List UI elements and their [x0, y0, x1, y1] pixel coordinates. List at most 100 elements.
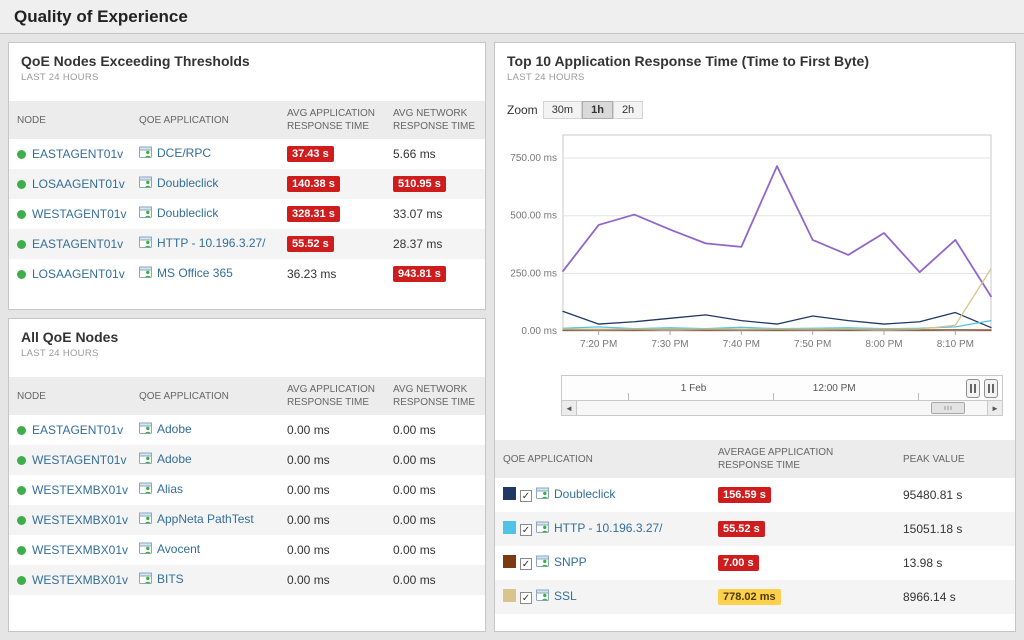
- scroll-left-button[interactable]: ◄: [562, 401, 577, 415]
- series-application-cell: ✓ SSL: [495, 580, 710, 614]
- column-header: NODE: [9, 101, 131, 139]
- status-up-icon: [17, 150, 26, 159]
- status-up-icon: [17, 240, 26, 249]
- panel-all-qoe-nodes: All QoE Nodes LAST 24 HOURS NODEQOE APPL…: [8, 318, 486, 632]
- threshold-badge: 37.43 s: [287, 146, 334, 162]
- panel-title: All QoE Nodes: [21, 329, 473, 345]
- series-checkbox[interactable]: ✓: [520, 524, 532, 536]
- avg-application-response-cell: 0.00 ms: [279, 505, 385, 535]
- scrollbar-thumb[interactable]: [931, 402, 965, 414]
- qoe-application-icon: [536, 487, 549, 503]
- table-header-row: NODEQOE APPLICATIONAVG APPLICATION RESPO…: [9, 377, 485, 415]
- status-up-icon: [17, 516, 26, 525]
- scrollbar-track[interactable]: [577, 401, 987, 415]
- application-cell: DCE/RPC: [131, 139, 279, 169]
- application-link[interactable]: HTTP - 10.196.3.27/: [157, 236, 266, 250]
- page-header: Quality of Experience: [0, 0, 1024, 34]
- zoom-option-30m[interactable]: 30m: [543, 101, 582, 119]
- page-title: Quality of Experience: [14, 7, 188, 27]
- zoom-option-2h[interactable]: 2h: [613, 101, 643, 119]
- table-row: LOSAAGENT01v Doubleclick 140.38 s 510.95 s: [9, 169, 485, 199]
- avg-network-response-cell: 0.00 ms: [385, 505, 485, 535]
- application-link[interactable]: SSL: [554, 589, 577, 603]
- application-link[interactable]: DCE/RPC: [157, 146, 211, 160]
- avg-application-response-cell: 55.52 s: [279, 229, 385, 259]
- application-link[interactable]: Doubleclick: [157, 206, 218, 220]
- node-link[interactable]: WESTAGENT01v: [32, 207, 126, 221]
- application-link[interactable]: Doubleclick: [554, 487, 615, 501]
- avg-application-response-cell: 0.00 ms: [279, 535, 385, 565]
- application-link[interactable]: Doubleclick: [157, 176, 218, 190]
- application-cell: Adobe: [131, 415, 279, 445]
- avg-application-response-cell: 0.00 ms: [279, 445, 385, 475]
- zoom-control: Zoom 30m1h2h: [495, 87, 1015, 121]
- node-link[interactable]: WESTEXMBX01v: [32, 483, 128, 497]
- value-text: 0.00 ms: [393, 483, 436, 497]
- application-link[interactable]: Adobe: [157, 422, 192, 436]
- timeline-tick: [918, 393, 919, 400]
- avg-network-response-cell: 0.00 ms: [385, 445, 485, 475]
- qoe-application-icon: [139, 452, 152, 468]
- panel-title: Top 10 Application Response Time (Time t…: [507, 53, 1003, 69]
- table-row: WESTEXMBX01v Avocent 0.00 ms 0.00 ms: [9, 535, 485, 565]
- application-link[interactable]: HTTP - 10.196.3.27/: [554, 521, 663, 535]
- avg-network-response-cell: 0.00 ms: [385, 565, 485, 595]
- table-row: ✓Doubleclick156.59 s95480.81 s: [495, 478, 1015, 512]
- node-link[interactable]: WESTEXMBX01v: [32, 513, 128, 527]
- avg-application-response-cell: 140.38 s: [279, 169, 385, 199]
- table-row: LOSAAGENT01vMS Office 36536.23 ms943.81 …: [9, 259, 485, 289]
- range-handle-right[interactable]: [984, 379, 998, 398]
- column-header: AVG NETWORK RESPONSE TIME: [385, 377, 485, 415]
- threshold-badge: 510.95 s: [393, 176, 446, 192]
- status-up-icon: [17, 576, 26, 585]
- value-text: 28.37 ms: [393, 237, 442, 251]
- status-up-icon: [17, 270, 26, 279]
- avg-application-response-cell: 156.59 s: [710, 478, 895, 512]
- value-text: 33.07 ms: [393, 207, 442, 221]
- panel-head: Top 10 Application Response Time (Time t…: [495, 43, 1015, 87]
- application-link[interactable]: Adobe: [157, 452, 192, 466]
- node-link[interactable]: EASTAGENT01v: [32, 237, 123, 251]
- column-header: QOE APPLICATION: [131, 377, 279, 415]
- series-application-cell: ✓ Doubleclick: [495, 478, 710, 512]
- value-text: 0.00 ms: [393, 543, 436, 557]
- svg-text:500.00 ms: 500.00 ms: [510, 211, 557, 222]
- column-header: NODE: [9, 377, 131, 415]
- table-header-row: QOE APPLICATIONAVERAGE APPLICATION RESPO…: [495, 440, 1015, 478]
- node-link[interactable]: WESTAGENT01v: [32, 453, 126, 467]
- application-link[interactable]: MS Office 365: [157, 266, 233, 280]
- chart-time-range-selector: 1 Feb 12:00 PM: [561, 375, 1003, 401]
- value-text: 0.00 ms: [393, 423, 436, 437]
- zoom-option-1h[interactable]: 1h: [582, 101, 613, 119]
- timeline-date-label: 1 Feb: [681, 383, 707, 394]
- panel-head: All QoE Nodes LAST 24 HOURS: [9, 319, 485, 363]
- series-checkbox[interactable]: ✓: [520, 558, 532, 570]
- node-link[interactable]: LOSAAGENT01v: [32, 177, 125, 191]
- range-handle-left[interactable]: [966, 379, 980, 398]
- scroll-right-button[interactable]: ►: [987, 401, 1002, 415]
- table-row: WESTAGENT01v Adobe 0.00 ms0.00 ms: [9, 445, 485, 475]
- chart-series-table: QOE APPLICATIONAVERAGE APPLICATION RESPO…: [495, 440, 1015, 614]
- series-color-swatch: [503, 555, 516, 568]
- application-link[interactable]: SNPP: [554, 555, 587, 569]
- application-link[interactable]: BITS: [157, 572, 184, 586]
- avg-application-response-cell: 0.00 ms: [279, 475, 385, 505]
- node-link[interactable]: LOSAAGENT01v: [32, 267, 125, 281]
- node-link[interactable]: WESTEXMBX01v: [32, 543, 128, 557]
- application-link[interactable]: AppNeta PathTest: [157, 512, 254, 526]
- application-link[interactable]: Alias: [157, 482, 183, 496]
- node-link[interactable]: WESTEXMBX01v: [32, 573, 128, 587]
- column-header: AVG APPLICATION RESPONSE TIME: [279, 377, 385, 415]
- svg-text:8:10 PM: 8:10 PM: [937, 339, 974, 350]
- application-link[interactable]: Avocent: [157, 542, 200, 556]
- value-text: 0.00 ms: [287, 543, 330, 557]
- value-text: 0.00 ms: [287, 513, 330, 527]
- all-qoe-nodes-table: NODEQOE APPLICATIONAVG APPLICATION RESPO…: [9, 377, 485, 595]
- series-checkbox[interactable]: ✓: [520, 592, 532, 604]
- node-link[interactable]: EASTAGENT01v: [32, 147, 123, 161]
- node-link[interactable]: EASTAGENT01v: [32, 423, 123, 437]
- peak-value-text: 8966.14 s: [903, 590, 956, 604]
- threshold-badge: 156.59 s: [718, 487, 771, 503]
- series-checkbox[interactable]: ✓: [520, 490, 532, 502]
- panel-subtitle: LAST 24 HOURS: [21, 348, 473, 359]
